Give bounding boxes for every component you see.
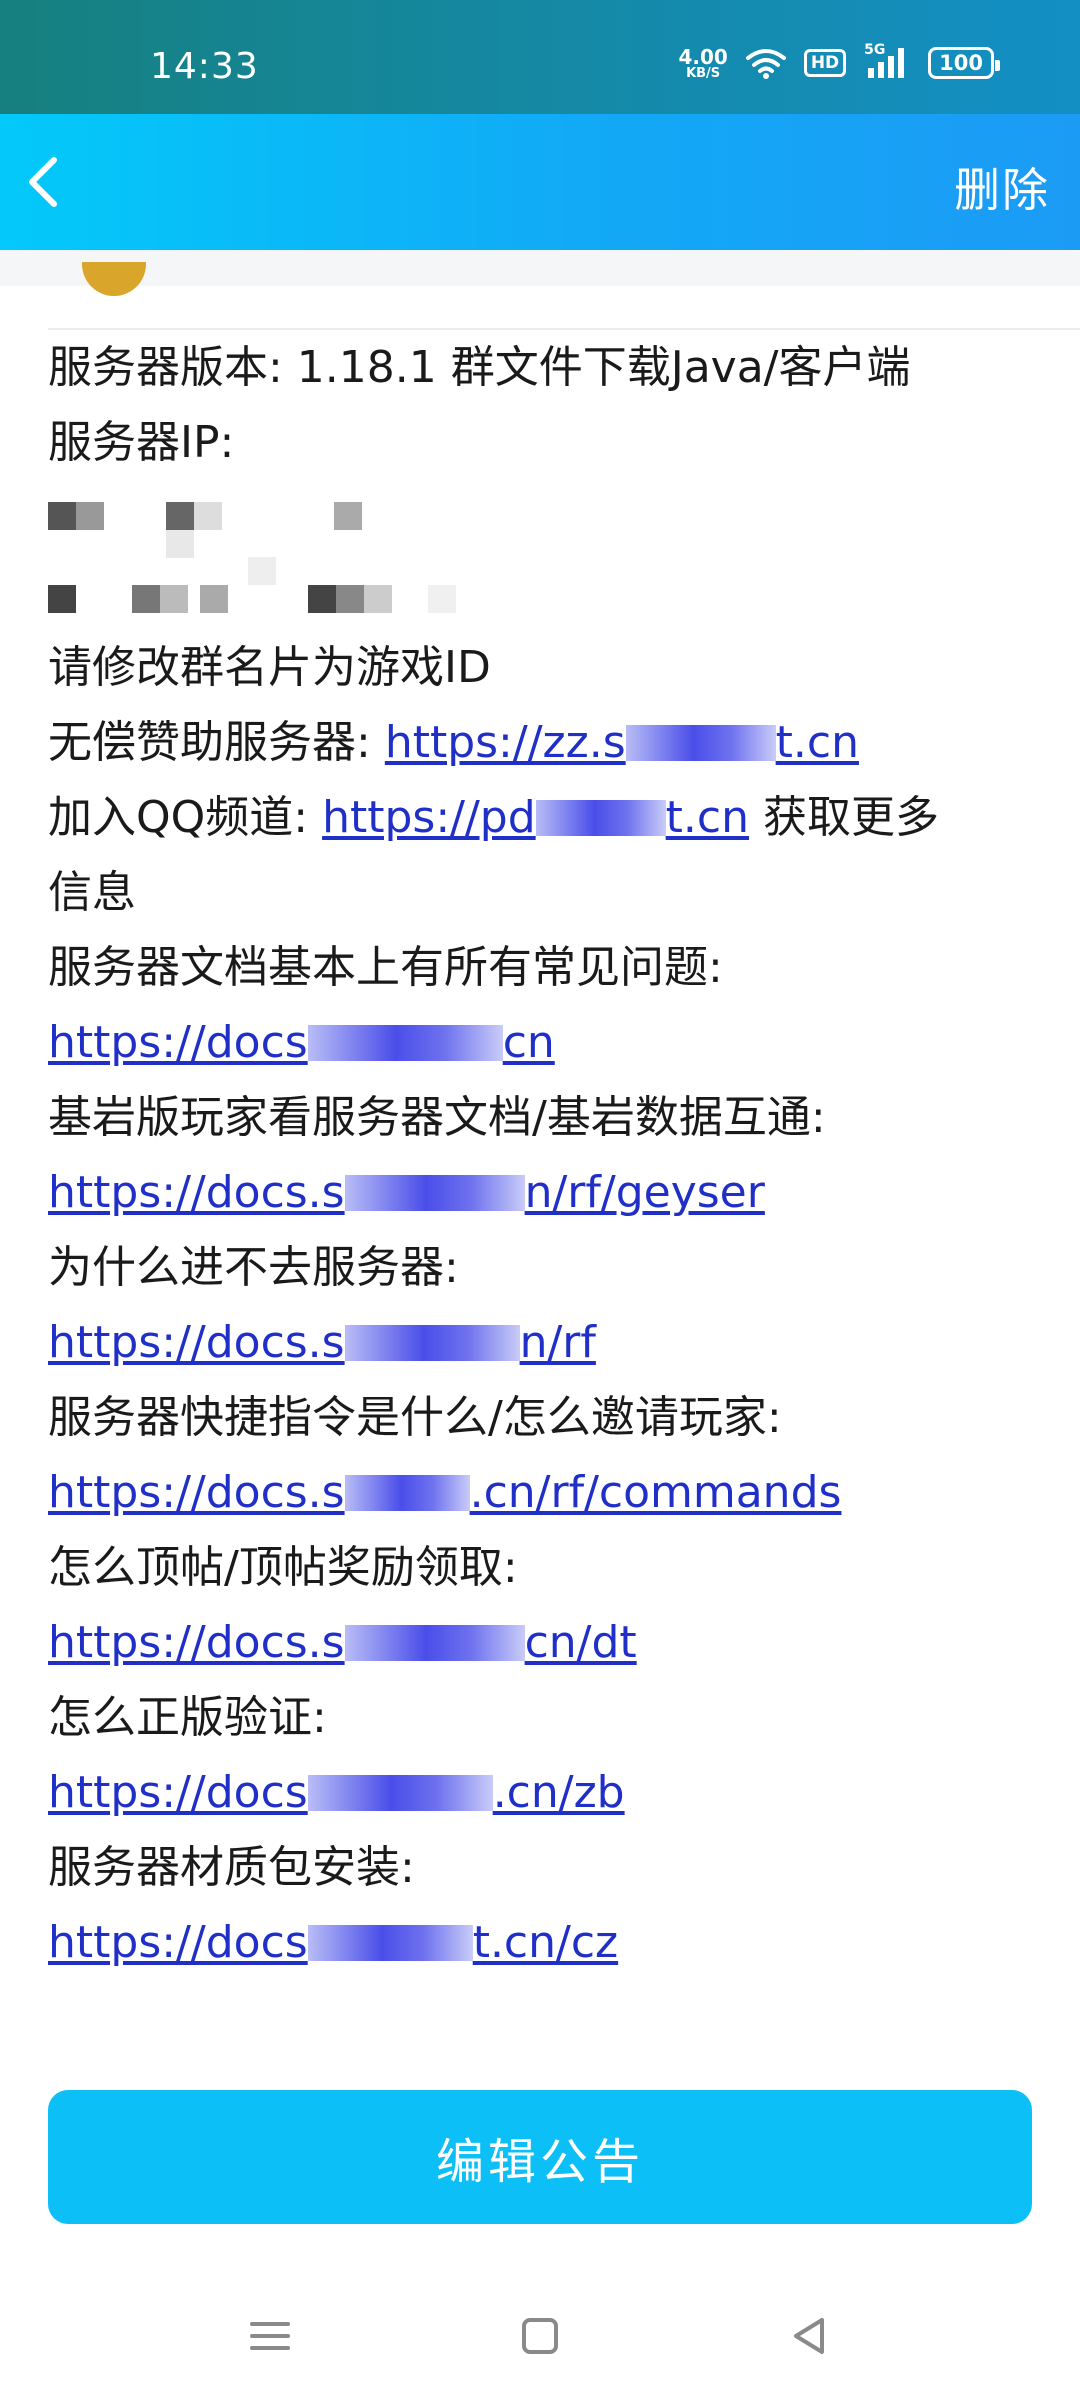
redaction (344, 1175, 525, 1211)
docs-link[interactable]: https://docs cn (48, 1017, 555, 1068)
channel-suffix: 获取更多 (748, 792, 939, 843)
bedrock-link[interactable]: https://docs.s n/rf/geyser (48, 1167, 765, 1218)
redaction (625, 725, 776, 761)
menu-icon[interactable] (240, 2306, 300, 2366)
docs-link-end: cn (502, 1017, 555, 1068)
cant-join-link-end: n/rf (519, 1317, 596, 1368)
redaction (344, 1475, 470, 1511)
sponsor-line: 无偿赞助服务器: https://zz.s t.cn (48, 705, 1048, 780)
status-icons: 4.00 KB/S HD 5G 100 (678, 42, 1000, 80)
net-speed-value: 4.00 (678, 44, 728, 69)
server-ip-label: 服务器IP: (48, 417, 235, 468)
cant-join-link-start: https://docs.s (48, 1317, 345, 1368)
back-triangle-icon[interactable] (780, 2306, 840, 2366)
channel-line: 加入QQ频道: https://pd t.cn 获取更多信息 (48, 780, 1048, 930)
channel-wrap: 信息 (48, 867, 136, 918)
hd-badge: HD (803, 49, 847, 77)
commands-label: 服务器快捷指令是什么/怎么邀请玩家: (48, 1392, 782, 1443)
bedrock-link-start: https://docs.s (48, 1167, 345, 1218)
channel-link-start: https://pd (322, 792, 536, 843)
top-link-end: cn/dt (524, 1617, 637, 1668)
texture-line: https://docs t.cn/cz (48, 1905, 1048, 1980)
redaction (307, 1925, 473, 1961)
bedrock-line: https://docs.s n/rf/geyser (48, 1155, 1048, 1230)
texture-link-start: https://docs (48, 1917, 308, 1968)
verify-line: https://docs .cn/zb (48, 1755, 1048, 1830)
verify-link-end: .cn/zb (492, 1767, 625, 1818)
docs-label: 服务器文档基本上有所有常见问题: (48, 942, 723, 993)
channel-link[interactable]: https://pd t.cn (322, 792, 749, 843)
verify-label: 怎么正版验证: (48, 1692, 327, 1743)
commands-link-start: https://docs.s (48, 1467, 345, 1518)
verify-link-start: https://docs (48, 1767, 308, 1818)
redaction (307, 1025, 503, 1061)
cant-join-line: https://docs.s n/rf (48, 1305, 1048, 1380)
cant-join-link[interactable]: https://docs.s n/rf (48, 1317, 596, 1368)
docs-link-start: https://docs (48, 1017, 308, 1068)
signal-icon: 5G (864, 42, 910, 80)
sponsor-link[interactable]: https://zz.s t.cn (385, 717, 859, 768)
verify-link[interactable]: https://docs .cn/zb (48, 1767, 625, 1818)
net-speed-unit: KB/S (686, 65, 721, 81)
top-line: https://docs.s cn/dt (48, 1605, 1048, 1680)
redaction (535, 800, 666, 836)
header-bar: 删除 (0, 114, 1080, 250)
commands-link[interactable]: https://docs.s .cn/rf/commands (48, 1467, 841, 1518)
bedrock-label: 基岩版玩家看服务器文档/基岩数据互通: (48, 1092, 826, 1143)
cant-join-label: 为什么进不去服务器: (48, 1242, 459, 1293)
battery-indicator: 100 (928, 47, 1000, 79)
channel-link-end: t.cn (665, 792, 749, 843)
version-line: 服务器版本: 1.18.1 群文件下载Java/客户端 (48, 342, 911, 393)
top-band (0, 250, 1080, 286)
delete-button[interactable]: 删除 (954, 154, 1050, 220)
channel-label: 加入QQ频道: (48, 792, 323, 843)
commands-line: https://docs.s .cn/rf/commands (48, 1455, 1048, 1530)
sponsor-link-end: t.cn (775, 717, 859, 768)
back-chevron-icon[interactable] (18, 152, 78, 212)
top-label: 怎么顶帖/顶帖奖励领取: (48, 1542, 518, 1593)
texture-link-end: t.cn/cz (472, 1917, 619, 1968)
bedrock-link-end: n/rf/geyser (524, 1167, 765, 1218)
commands-link-end: .cn/rf/commands (469, 1467, 842, 1518)
top-link-start: https://docs.s (48, 1617, 345, 1668)
docs-line: https://docs cn (48, 1005, 1048, 1080)
redacted-ip-line-1 (48, 480, 1048, 558)
texture-label: 服务器材质包安装: (48, 1842, 415, 1893)
sponsor-link-start: https://zz.s (384, 717, 626, 768)
redaction (307, 1775, 493, 1811)
wifi-icon (745, 49, 786, 79)
redaction (344, 1325, 520, 1361)
texture-link[interactable]: https://docs t.cn/cz (48, 1917, 618, 1968)
home-icon[interactable] (510, 2306, 570, 2366)
avatar (82, 262, 146, 296)
top-link[interactable]: https://docs.s cn/dt (48, 1617, 637, 1668)
sponsor-label: 无偿赞助服务器: (48, 717, 385, 768)
redaction (344, 1625, 525, 1661)
announcement-body: 服务器版本: 1.18.1 群文件下载Java/客户端 服务器IP: 请修改群名… (48, 330, 1048, 1980)
net-speed: 4.00 KB/S (678, 47, 727, 80)
rename-note: 请修改群名片为游戏ID (48, 642, 491, 693)
system-nav-bar (0, 2270, 1080, 2400)
clock: 14:33 (150, 46, 259, 87)
edit-announcement-button[interactable]: 编辑公告 (48, 2090, 1032, 2224)
redacted-ip-line-2 (48, 555, 1048, 630)
status-bar: 14:33 4.00 KB/S HD 5G 100 (0, 0, 1080, 114)
